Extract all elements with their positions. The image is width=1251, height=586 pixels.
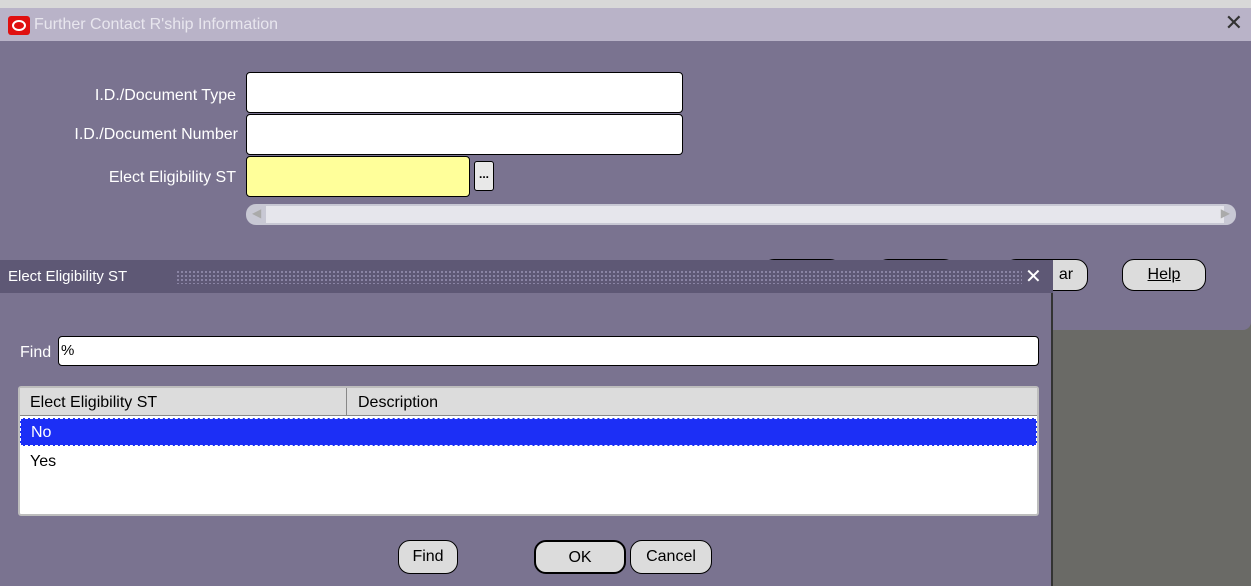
lov-button[interactable]: ... [474,161,494,191]
doc-type-field[interactable] [246,72,683,113]
row-value: No [31,424,52,441]
doc-number-field[interactable] [246,114,683,155]
doc-type-label: I.D./Document Type [94,87,236,104]
window-close-icon[interactable]: ✕ [1225,12,1243,36]
titlebar-grip[interactable] [176,270,1022,284]
lov-dialog: Elect Eligibility ST ✕ Find % Elect Elig… [0,260,1053,586]
cancel-button-label: Cancel [646,548,696,565]
ok-button-label: OK [568,549,592,566]
lov-title: Elect Eligibility ST [8,268,128,285]
row-value: Yes [30,453,57,470]
horizontal-scrollbar[interactable]: ◀ ▶ [246,204,1236,225]
grid-header: Elect Eligibility ST Description [20,388,1037,416]
lov-close-icon[interactable]: ✕ [1025,264,1042,288]
help-button-label: Help [1147,266,1181,283]
top-strip [0,0,1251,8]
table-row[interactable]: Yes [20,448,1037,476]
ok-button[interactable]: OK [534,540,626,574]
scroll-left-icon[interactable]: ◀ [252,206,261,220]
column-divider[interactable] [346,388,347,416]
window-title: Further Contact R'ship Information [34,16,279,33]
clear-button-label: ar [1058,266,1074,283]
scroll-thumb[interactable] [266,206,1224,223]
doc-number-label: I.D./Document Number [74,126,238,143]
find-label: Find [20,344,52,361]
oracle-logo-icon [8,16,30,35]
help-button[interactable]: Help [1122,259,1206,291]
find-button-label: Find [412,548,444,565]
elect-eligibility-field[interactable] [246,156,470,197]
scroll-right-icon[interactable]: ▶ [1221,206,1230,220]
lov-titlebar: Elect Eligibility ST ✕ [0,260,1053,293]
window-titlebar: Further Contact R'ship Information ✕ [0,8,1251,41]
elect-eligibility-label: Elect Eligibility ST [108,169,236,186]
column-header-description[interactable]: Description [358,394,438,412]
cancel-button[interactable]: Cancel [630,540,712,574]
find-button[interactable]: Find [398,540,458,574]
table-row[interactable]: No [20,418,1037,446]
find-input[interactable]: % [58,336,1039,366]
lov-results-grid: Elect Eligibility ST Description No Yes [18,386,1039,516]
column-header-elect[interactable]: Elect Eligibility ST [30,394,157,412]
